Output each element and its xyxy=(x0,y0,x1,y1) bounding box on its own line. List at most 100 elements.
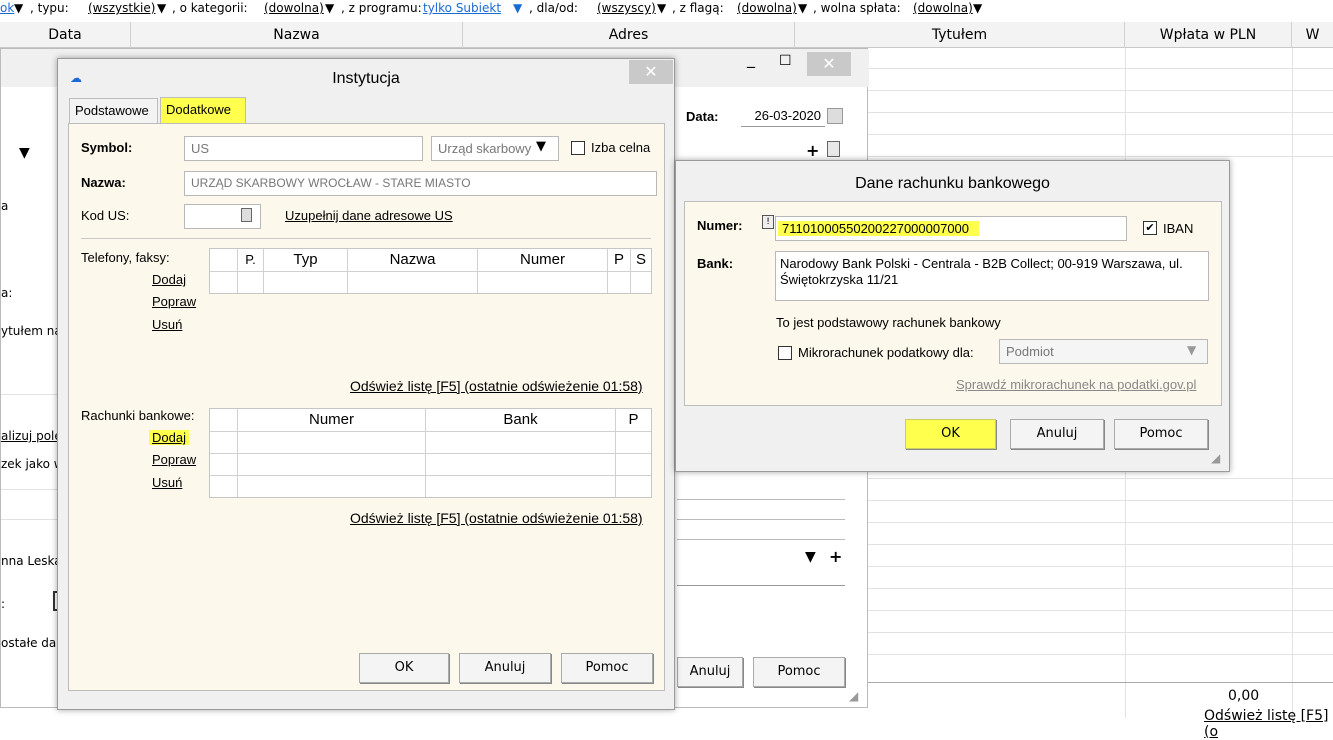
filter-typu-value[interactable]: (wszystkie) xyxy=(88,1,155,15)
fragment-leska: nna Leska xyxy=(1,554,62,568)
column-header[interactable]: P xyxy=(616,409,651,431)
maximize-button[interactable]: ☐ xyxy=(779,53,792,69)
column-header-data[interactable]: Data xyxy=(0,22,131,48)
list-icon[interactable] xyxy=(241,208,252,222)
info-icon[interactable]: ! xyxy=(762,215,774,229)
ok-button[interactable]: OK xyxy=(359,653,449,683)
bank-label: Bank: xyxy=(697,256,734,271)
tab-dodatkowe[interactable]: Dodatkowe xyxy=(160,97,246,124)
bank-input[interactable]: Narodowy Bank Polski - Centrala - B2B Co… xyxy=(775,251,1209,301)
cancel-button[interactable]: Anuluj xyxy=(677,657,743,687)
help-button[interactable]: Pomoc xyxy=(1114,419,1208,449)
instytucja-dialog: ☁ Instytucja ✕ Podstawowe Dodatkowe Symb… xyxy=(57,58,675,710)
chevron-down-icon[interactable]: ▼ xyxy=(1187,343,1196,357)
micro-select[interactable]: Podmiot xyxy=(999,339,1208,364)
filter-dlaod-label: , dla/od: xyxy=(529,1,578,15)
column-header[interactable]: P. xyxy=(238,249,264,271)
calendar-icon[interactable] xyxy=(827,108,843,124)
filter-flaga-value[interactable]: (dowolna) xyxy=(737,1,797,15)
fragment-jako: zek jako w xyxy=(1,457,64,471)
help-button[interactable]: Pomoc xyxy=(561,653,653,683)
bank-account-panel: Numer: ! 71101000550200227000007000 ✔ IB… xyxy=(684,201,1222,406)
chevron-down-icon[interactable]: ▼ xyxy=(157,1,166,15)
chevron-down-icon[interactable]: ▼ xyxy=(513,1,522,15)
chevron-down-icon[interactable]: ▼ xyxy=(973,1,982,15)
close-button[interactable]: ✕ xyxy=(807,52,851,76)
column-header[interactable]: P xyxy=(608,249,631,271)
phone-remove-link[interactable]: Usuń xyxy=(152,317,182,332)
iban-checkbox[interactable]: ✔ xyxy=(1143,221,1157,235)
tab-panel: Symbol: US Urząd skarbowy ▼ Izba celna N… xyxy=(68,123,665,691)
column-header-tytulem[interactable]: Tytułem xyxy=(795,22,1125,48)
ok-button[interactable]: OK xyxy=(905,419,996,449)
cancel-button[interactable]: Anuluj xyxy=(1010,419,1104,449)
bank-account-dialog: Dane rachunku bankowego Numer: ! 7110100… xyxy=(675,160,1230,472)
primary-account-info: To jest podstawowy rachunek bankowy xyxy=(776,315,1001,330)
refresh-link[interactable]: Odśwież listę [F5] (o xyxy=(1204,708,1333,740)
chevron-down-icon[interactable]: ▼ xyxy=(798,1,807,15)
account-remove-link[interactable]: Usuń xyxy=(152,475,182,490)
column-header-adres[interactable]: Adres xyxy=(463,22,795,48)
tab-podstawowe[interactable]: Podstawowe xyxy=(69,98,158,124)
filter-programu-value[interactable]: tylko Subiekt xyxy=(423,1,501,15)
column-header-w[interactable]: W xyxy=(1292,22,1333,48)
filter-programu-label: , z programu: xyxy=(341,1,422,15)
chevron-down-icon[interactable]: ▼ xyxy=(657,1,666,15)
chevron-down-icon[interactable]: ▼ xyxy=(805,549,816,565)
column-header-wplata[interactable]: Wpłata w PLN xyxy=(1125,22,1292,48)
cancel-button[interactable]: Anuluj xyxy=(459,653,551,683)
numer-label: Numer: xyxy=(697,218,743,233)
chevron-down-icon[interactable]: ▼ xyxy=(19,145,30,161)
dialog-title: Instytucja xyxy=(332,70,400,87)
column-header-nazwa[interactable]: Nazwa xyxy=(131,22,463,48)
filter-flaga-label: , z flagą: xyxy=(672,1,724,15)
filter-ok-arrow[interactable]: ▼ xyxy=(14,1,23,15)
resize-grip-icon[interactable]: ◢ xyxy=(1211,451,1220,465)
close-button[interactable]: ✕ xyxy=(629,60,673,84)
total-amount: 0,00 xyxy=(1228,688,1260,704)
chevron-down-icon[interactable]: ▼ xyxy=(325,1,334,15)
numer-value: 71101000550200227000007000 xyxy=(778,221,980,236)
filter-splata-value[interactable]: (dowolna) xyxy=(913,1,973,15)
column-header[interactable]: Bank xyxy=(426,409,616,431)
add-icon[interactable]: + xyxy=(806,141,819,160)
add-icon[interactable]: + xyxy=(829,547,842,566)
filter-dlaod-value[interactable]: (wszyscy) xyxy=(597,1,656,15)
fragment-aktualizuj[interactable]: alizuj pole xyxy=(1,429,62,443)
symbol-input[interactable]: US xyxy=(184,136,423,161)
izba-checkbox[interactable] xyxy=(571,141,585,155)
column-header[interactable]: Typ xyxy=(264,249,348,271)
help-button[interactable]: Pomoc xyxy=(753,657,845,687)
phones-label: Telefony, faksy: xyxy=(81,250,170,265)
minimize-button[interactable]: _ xyxy=(747,49,755,68)
check-micro-link[interactable]: Sprawdź mikrorachunek na podatki.gov.pl xyxy=(956,377,1196,392)
micro-checkbox[interactable] xyxy=(778,346,792,360)
phone-add-link[interactable]: Dodaj xyxy=(152,272,186,287)
account-edit-link[interactable]: Popraw xyxy=(152,452,196,467)
filter-splata-label: , wolna spłata: xyxy=(813,1,901,15)
grid-header: Data Nazwa Adres Tytułem Wpłata w PLN W xyxy=(0,22,1333,48)
filter-typu-label: , typu: xyxy=(30,1,69,15)
complete-address-link[interactable]: Uzupełnij dane adresowe US xyxy=(285,208,453,223)
symbol-label: Symbol: xyxy=(81,140,133,155)
column-header[interactable]: Nazwa xyxy=(348,249,478,271)
date-field[interactable]: 26-03-2020 xyxy=(741,105,825,127)
resize-grip-icon[interactable]: ◢ xyxy=(849,689,858,703)
accounts-table[interactable]: Numer Bank P xyxy=(209,408,652,498)
refresh-phones-link[interactable]: Odśwież listę [F5] (ostatnie odświeżenie… xyxy=(350,378,643,394)
filter-kategorii-value[interactable]: (dowolna) xyxy=(264,1,324,15)
list-icon[interactable] xyxy=(827,141,840,157)
refresh-accounts-link[interactable]: Odśwież listę [F5] (ostatnie odświeżenie… xyxy=(350,510,643,526)
nazwa-input[interactable]: URZĄD SKARBOWY WROCŁAW - STARE MIASTO xyxy=(184,171,657,196)
column-header[interactable]: Numer xyxy=(478,249,608,271)
iban-label: IBAN xyxy=(1163,221,1194,236)
account-add-link[interactable]: Dodaj xyxy=(149,430,189,445)
filter-ok-link[interactable]: ok xyxy=(0,1,14,15)
numer-input[interactable]: 71101000550200227000007000 xyxy=(775,216,1127,241)
chevron-down-icon[interactable]: ▼ xyxy=(536,139,546,154)
phone-edit-link[interactable]: Popraw xyxy=(152,294,196,309)
column-header[interactable]: S xyxy=(631,249,651,271)
phones-table[interactable]: P. Typ Nazwa Numer P S xyxy=(209,248,652,294)
column-header[interactable]: Numer xyxy=(238,409,426,431)
dialog-title: Dane rachunku bankowego xyxy=(855,175,1050,192)
